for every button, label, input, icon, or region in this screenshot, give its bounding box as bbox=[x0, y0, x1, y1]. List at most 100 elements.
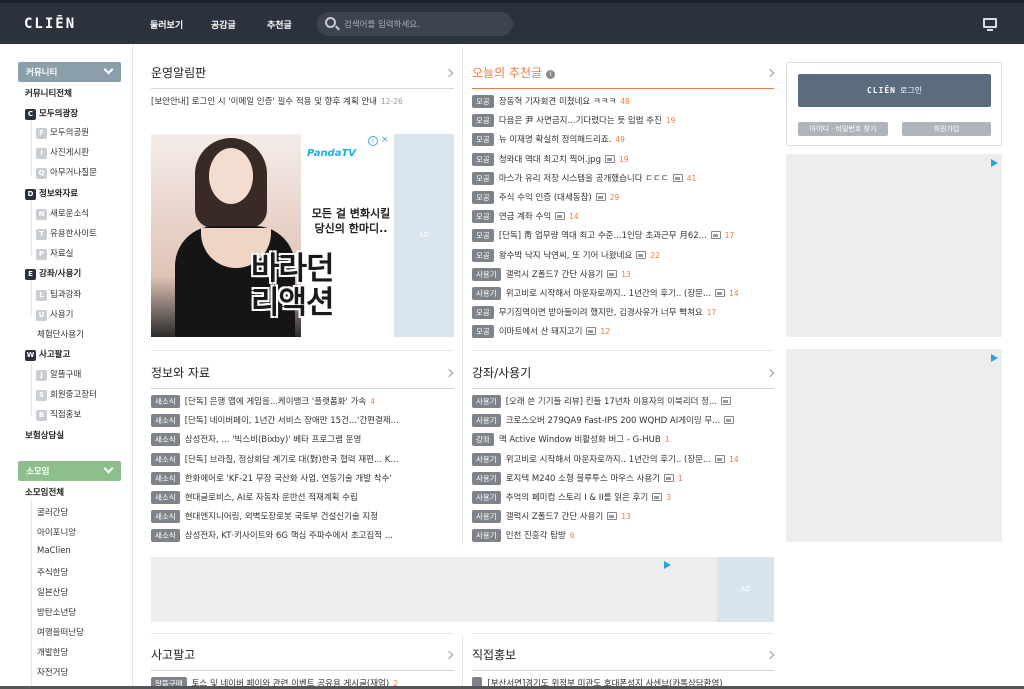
nav-empathy[interactable]: 공감글 bbox=[211, 18, 236, 31]
list-item[interactable]: 사용기 크로스오버 279QA9 Fast-IPS 200 WQHD AI게이밍 … bbox=[472, 414, 774, 428]
sidebar-subitem-qna[interactable]: Q 아무거나질문 bbox=[36, 166, 97, 179]
ad-copy: 모든 걸 변화시킬 당신의 한마디.. bbox=[306, 206, 396, 236]
image-icon bbox=[724, 416, 735, 425]
sidebar-subitem-park[interactable]: F 모두의공원 bbox=[36, 126, 89, 139]
sidebar-item-group-info[interactable]: D 정보와자료 bbox=[25, 187, 78, 200]
sidebar-somoim-item[interactable]: 개발한당 bbox=[37, 646, 68, 658]
find-account-button[interactable]: 아이디 · 비밀번호 찾기 bbox=[798, 122, 888, 136]
site-logo[interactable]: CLIĒN bbox=[24, 16, 76, 32]
list-item[interactable]: 새소식 [단독] 네이버페이, 1년간 서비스 장애만 15건...'간편결제..… bbox=[151, 414, 454, 428]
list-item[interactable]: 모공 뉴 이재명 확실히 정의해드리죠. 49 bbox=[472, 133, 774, 147]
sidebar-subitem-photo[interactable]: I 사진게시판 bbox=[36, 146, 89, 159]
sidebar-item-group-trade[interactable]: W 사고팔고 bbox=[25, 348, 70, 361]
ad-info-icon[interactable]: i bbox=[368, 136, 378, 146]
advertisement-side-1[interactable] bbox=[786, 154, 1002, 337]
chevron-right-icon[interactable] bbox=[765, 368, 775, 378]
signup-button[interactable]: 회원가입 bbox=[902, 122, 991, 136]
sidebar-subitem-market[interactable]: S 회원중고장터 bbox=[36, 388, 97, 401]
nav-recommended[interactable]: 추천글 bbox=[267, 18, 292, 31]
item-title: 로지텍 M240 소형 블루투스 마우스 사용기 bbox=[505, 473, 661, 484]
notice-title[interactable]: 운영알림판 bbox=[151, 64, 206, 81]
list-item[interactable]: 모공 마스가 유리 저장 시스템을 공개했습니다 ㄷㄷㄷ 41 bbox=[472, 171, 774, 186]
list-item[interactable]: 새소식 현대엔지니어링, 외벽도장로봇 국토부 건설신기술 지정 bbox=[151, 510, 454, 524]
list-item[interactable]: 사용기 로지텍 M240 소형 블루투스 마우스 사용기 1 bbox=[472, 471, 774, 486]
sidebar-subitem-tips[interactable]: L 팁과강좌 bbox=[36, 288, 81, 301]
sidebar-subitem-useful-sites[interactable]: T 유용한사이트 bbox=[36, 227, 97, 240]
info-title[interactable]: 정보와 자료 bbox=[151, 364, 210, 381]
sidebar-somoim-item[interactable]: MaClien bbox=[37, 546, 71, 556]
advertisement-banner-wide[interactable]: AD bbox=[151, 557, 774, 622]
sidebar-item-somoim-all[interactable]: 소모임전체 bbox=[25, 486, 64, 498]
list-item[interactable]: 사용기 위고비로 시작해서 마운자로까지.. 1년간의 후기.. (장문... 14 bbox=[472, 287, 774, 301]
sidebar-subitem-experience-reviews[interactable]: 체험단사용기 bbox=[37, 328, 84, 340]
info-icon[interactable]: i bbox=[545, 70, 555, 79]
list-item[interactable]: 사용기 갤럭시 Z폴드7 간단 사용기 13 bbox=[472, 267, 774, 282]
sidebar-somoim-item[interactable]: 주식한당 bbox=[37, 566, 68, 578]
category-tag: 새소식 bbox=[151, 452, 180, 466]
sidebar-item-group-plaza[interactable]: C 모두의광장 bbox=[25, 107, 78, 120]
list-item[interactable]: 사용기 위고비로 시작해서 마운자로까지.. 1년간의 후기.. (장문... 14 bbox=[472, 452, 774, 467]
chevron-right-icon[interactable] bbox=[444, 68, 454, 78]
list-item[interactable]: 새소식 [단독] 브라질, 정상회담 계기로 대(對)한국 협력 재편... K.… bbox=[151, 452, 454, 467]
sidebar-subitem-promo[interactable]: B 직접홍보 bbox=[36, 408, 81, 421]
notice-item[interactable]: [보안안내] 로그인 시 '이메일 인증' 필수 적용 및 향후 계획 안내 12… bbox=[151, 95, 454, 109]
category-tag: 새소식 bbox=[151, 471, 180, 485]
somoim-header[interactable]: 소모임 bbox=[18, 461, 121, 481]
list-item[interactable]: 모공 이마트에서 산 돼지고기 12 bbox=[472, 325, 774, 339]
sidebar-somoim-item[interactable]: 여행을떠난당 bbox=[37, 626, 84, 638]
sidebar-item-group-lecture[interactable]: E 강좌/사용기 bbox=[25, 267, 81, 280]
sidebar-subitem-archive[interactable]: P 자료실 bbox=[36, 247, 73, 260]
list-item[interactable]: 모공 다음은 尹 사면금지...기다렸다는 듯 입법 추진 19 bbox=[472, 114, 774, 128]
nav-browse[interactable]: 둘러보기 bbox=[150, 18, 183, 31]
list-item[interactable]: 사용기 인천 진흥각 탐방 6 bbox=[472, 529, 774, 543]
category-tag: 사용기 bbox=[472, 395, 501, 408]
list-item[interactable]: 새소식 한화에어로 'KF-21 무장 국산화 사업, 연동기술 개발 착수' bbox=[151, 471, 454, 486]
list-item[interactable]: 새소식 삼성전자, KT·키사이트와 6G 핵심 주파수에서 초고집적 ... bbox=[151, 529, 454, 543]
list-item[interactable]: 모공 왕수박 낙지 낙연씨, 또 기어 나왔네요 22 bbox=[472, 248, 774, 263]
list-item[interactable]: 모공 무기징역이면 받아들이려 했지만, 김경사유가 너무 빡쳐요 17 bbox=[472, 306, 774, 320]
list-item[interactable]: 사용기 [오래 쓴 기기들 리뷰] 킨들 17년차 이용자의 이북리더 정... bbox=[472, 395, 774, 409]
adchoices-icon[interactable] bbox=[991, 354, 998, 362]
chevron-right-icon[interactable] bbox=[765, 650, 775, 660]
monitor-icon[interactable] bbox=[983, 18, 997, 31]
list-item[interactable]: 새소식 [단독] 은행 앱에 게임을...케이뱅크 '플랫폼화' 가속 4 bbox=[151, 395, 454, 409]
sidebar-item-community-all[interactable]: 커뮤니티전체 bbox=[25, 87, 72, 99]
adchoices-icon[interactable] bbox=[991, 159, 998, 167]
login-button[interactable]: CLIĒN 로그인 bbox=[798, 74, 991, 107]
chevron-right-icon[interactable] bbox=[444, 650, 454, 660]
list-item[interactable]: 모공 연금 계좌 수익 14 bbox=[472, 210, 774, 224]
sidebar-somoim-item[interactable]: 아이포니앙 bbox=[37, 526, 76, 538]
list-item[interactable]: 모공 청와대 역대 최고치 찍어.jpg 19 bbox=[472, 152, 774, 167]
sidebar-somoim-item[interactable]: 방탄소년당 bbox=[37, 606, 76, 618]
category-tag: 사용기 bbox=[472, 267, 501, 281]
search-input[interactable]: 검색어를 입력하세요. bbox=[317, 12, 513, 36]
list-item[interactable]: 모공 장동혁 기자회견 미쳤네요 ㅋㅋㅋ 48 bbox=[472, 95, 774, 109]
sidebar-subitem-reviews[interactable]: U 사용기 bbox=[36, 308, 73, 321]
community-header[interactable]: 커뮤니티 bbox=[18, 62, 121, 82]
ad-close-icon[interactable]: × bbox=[381, 135, 389, 145]
list-item[interactable]: 새소식 삼성전자, ... '빅스비(Bixby)' 베타 프로그램 운영 bbox=[151, 433, 454, 447]
sidebar-somoim-item[interactable]: 자전거당 bbox=[37, 666, 68, 678]
recommend-title[interactable]: 오늘의 추천글 i bbox=[472, 64, 555, 81]
list-item[interactable]: 모공 주식 수익 인증 (대세동참) 29 bbox=[472, 191, 774, 205]
list-item[interactable]: 모공 [단독] 靑 업무량 역대 최고 수준...1인당 초과근무 月62... 1… bbox=[472, 229, 774, 243]
list-item[interactable]: 새소식 현대글로비스, AI로 자동차 운반선 적재계획 수립 bbox=[151, 491, 454, 505]
promo-title[interactable]: 직접홍보 bbox=[472, 646, 516, 663]
sidebar-item-insurance[interactable]: 보험상담실 bbox=[25, 429, 64, 441]
advertisement-side-2[interactable] bbox=[786, 349, 1002, 542]
list-item[interactable]: 강좌 맥 Active Window 비활성화 버그 - G-HUB 1 bbox=[472, 433, 774, 447]
adchoices-icon[interactable] bbox=[664, 561, 671, 569]
lecture-title[interactable]: 강좌/사용기 bbox=[472, 364, 531, 381]
sidebar-subitem-news[interactable]: N 새로운소식 bbox=[36, 207, 89, 220]
sidebar-subitem-deals[interactable]: J 알뜰구매 bbox=[36, 368, 81, 381]
chevron-right-icon[interactable] bbox=[444, 368, 454, 378]
list-item[interactable]: 사용기 갤럭시 Z폴드7 간단 사용기 13 bbox=[472, 510, 774, 524]
comment-count: 14 bbox=[729, 289, 739, 298]
ad-label: AD bbox=[717, 557, 774, 622]
list-item[interactable]: 사용기 추억의 페미컴 스토리 I & II를 읽은 후기 3 bbox=[472, 491, 774, 505]
chevron-right-icon[interactable] bbox=[765, 68, 775, 78]
advertisement-banner[interactable]: PandaTV 모든 걸 변화시킬 당신의 한마디.. 바라던 리액션 i × AD bbox=[151, 134, 454, 337]
trade-title[interactable]: 사고팔고 bbox=[151, 646, 195, 663]
sidebar-somoim-item[interactable]: 일본산당 bbox=[37, 586, 68, 598]
sidebar-somoim-item[interactable]: 굴러간당 bbox=[37, 506, 68, 518]
